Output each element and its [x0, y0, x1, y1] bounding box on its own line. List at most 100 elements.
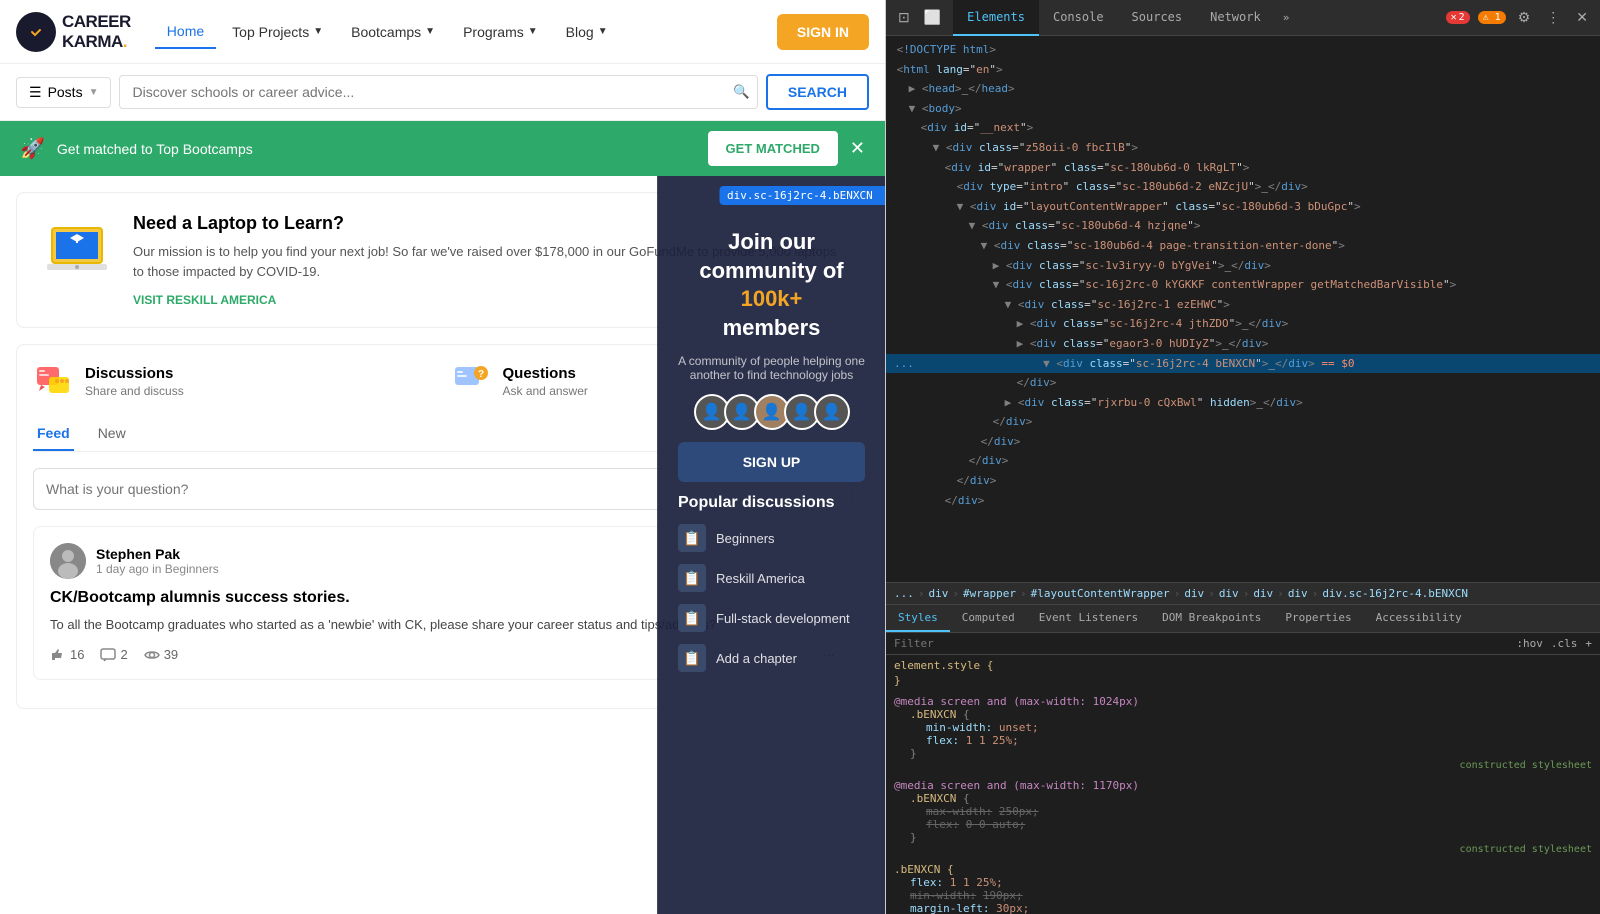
banner-close-button[interactable]: ✕ — [850, 138, 865, 159]
devtools-more-tabs[interactable]: » — [1275, 11, 1298, 24]
styles-panel: Styles Computed Event Listeners DOM Brea… — [886, 604, 1600, 914]
styles-tab-computed[interactable]: Computed — [950, 605, 1027, 632]
devtools-close-button[interactable]: ✕ — [1572, 7, 1592, 28]
breadcrumb-dots[interactable]: ... — [894, 587, 914, 600]
tab-sources[interactable]: Sources — [1118, 0, 1197, 36]
breadcrumb-div3[interactable]: div — [1219, 587, 1239, 600]
visit-link[interactable]: VISIT RESKILL AMERICA — [133, 293, 276, 307]
nav-home[interactable]: Home — [155, 15, 216, 49]
popular-item-2[interactable]: 📋 Reskill America — [678, 564, 865, 592]
dom-line-close2[interactable]: </div> — [886, 412, 1600, 432]
popular-icon-3: 📋 — [678, 604, 706, 632]
style-minwidth-name: min-width: — [910, 721, 992, 734]
signin-button[interactable]: SIGN IN — [777, 14, 869, 50]
dom-line-next[interactable]: <div id="__next"> — [886, 118, 1600, 138]
dom-line-hudioyz[interactable]: ▶ <div class="egaor3-0 hUDIyZ">_</div> — [886, 334, 1600, 354]
discussions-tab-item[interactable]: Discussions Share and discuss — [33, 361, 435, 401]
search-bar: ☰ Posts ▼ 🔍 SEARCH — [0, 64, 885, 121]
dom-tree: <!DOCTYPE html> <html lang="en"> ▶ <head… — [886, 36, 1600, 582]
styles-tab-event-listeners[interactable]: Event Listeners — [1027, 605, 1150, 632]
breadcrumb-div1[interactable]: div — [929, 587, 949, 600]
likes-stat[interactable]: 16 — [50, 647, 84, 663]
logo-text: CAREERKARMA. — [62, 12, 131, 52]
add-style-btn[interactable]: + — [1585, 637, 1592, 650]
dom-line-hzjqne[interactable]: ▼ <div class="sc-180ub6d-4 hzjqne"> — [886, 216, 1600, 236]
dom-line-html[interactable]: <html lang="en"> — [886, 60, 1600, 80]
dom-line-wrapper[interactable]: <div id="wrapper" class="sc-180ub6d-0 lk… — [886, 158, 1600, 178]
main-content: Need a Laptop to Learn? Our mission is t… — [0, 176, 885, 914]
dom-line-benxcn-selected[interactable]: ... ▼ <div class="sc-16j2rc-4 bENXCN">_<… — [886, 354, 1600, 374]
dom-line-cqxbwl[interactable]: ▶ <div class="rjxrbu-0 cQxBwl" hidden>_<… — [886, 393, 1600, 413]
devtools-settings-button[interactable]: ⚙ — [1514, 7, 1535, 28]
nav-bootcamps[interactable]: Bootcamps ▼ — [339, 16, 447, 48]
popular-icon-1: 📋 — [678, 524, 706, 552]
comments-stat[interactable]: 2 — [100, 647, 127, 663]
devtools-header-right: ✕ 2 ⚠ 1 ⚙ ⋮ ✕ — [1438, 7, 1600, 28]
styles-filter-input[interactable] — [894, 637, 1508, 650]
site-logo[interactable]: CAREERKARMA. — [16, 12, 131, 52]
devtools-icons: ⊡ ⬜ — [886, 7, 953, 28]
popular-item-4[interactable]: 📋 Add a chapter — [678, 644, 865, 672]
breadcrumb-div4[interactable]: div — [1253, 587, 1273, 600]
nav-programs[interactable]: Programs ▼ — [451, 16, 550, 48]
hov-label[interactable]: :hov — [1516, 637, 1543, 650]
dom-line-contentwrapper[interactable]: ▼ <div class="sc-16j2rc-0 kYGKKF content… — [886, 275, 1600, 295]
dom-line-close1[interactable]: </div> — [886, 373, 1600, 393]
popular-icon-2: 📋 — [678, 564, 706, 592]
style-prop-flex-1024: flex: 1 1 25%; — [894, 734, 1592, 747]
styles-tab-styles[interactable]: Styles — [886, 605, 950, 632]
dom-line-body[interactable]: ▼ <body> — [886, 99, 1600, 119]
styles-tabs: Styles Computed Event Listeners DOM Brea… — [886, 605, 1600, 633]
dom-line-ezehwc[interactable]: ▼ <div class="sc-16j2rc-1 ezEHWC"> — [886, 295, 1600, 315]
dom-line-close6[interactable]: </div> — [886, 491, 1600, 511]
devtools-options-button[interactable]: ⋮ — [1542, 7, 1564, 28]
post-meta: 1 day ago in Beginners — [96, 562, 219, 576]
dom-line-layout[interactable]: ▼ <div id="layoutContentWrapper" class="… — [886, 197, 1600, 217]
promo-banner: 🚀 Get matched to Top Bootcamps GET MATCH… — [0, 121, 885, 176]
dom-line-close3[interactable]: </div> — [886, 432, 1600, 452]
breadcrumb-wrapper[interactable]: #wrapper — [963, 587, 1016, 600]
popular-item-1[interactable]: 📋 Beginners — [678, 524, 865, 552]
tab-console[interactable]: Console — [1039, 0, 1118, 36]
dom-line-transition[interactable]: ▼ <div class="sc-180ub6d-4 page-transiti… — [886, 236, 1600, 256]
tab-feed[interactable]: Feed — [33, 417, 74, 451]
dom-line-close5[interactable]: </div> — [886, 471, 1600, 491]
nav-blog[interactable]: Blog ▼ — [554, 16, 620, 48]
questions-sub: Ask and answer — [503, 384, 588, 398]
search-input[interactable] — [119, 75, 757, 109]
signup-button[interactable]: SIGN UP — [678, 442, 865, 482]
breadcrumb-benxcn[interactable]: div.sc-16j2rc-4.bENXCN — [1322, 587, 1468, 600]
dom-line-z58[interactable]: ▼ <div class="z58oii-0 fbcIlB"> — [886, 138, 1600, 158]
styles-tab-properties[interactable]: Properties — [1273, 605, 1363, 632]
breadcrumb-layout[interactable]: #layoutContentWrapper — [1031, 587, 1170, 600]
style-source-1170: constructed stylesheet — [894, 844, 1592, 855]
popular-icon-4: 📋 — [678, 644, 706, 672]
views-stat[interactable]: 39 — [144, 647, 178, 663]
styles-tab-dom-breakpoints[interactable]: DOM Breakpoints — [1150, 605, 1273, 632]
breadcrumb-div2[interactable]: div — [1184, 587, 1204, 600]
questions-text: Questions Ask and answer — [503, 365, 588, 398]
tab-elements[interactable]: Elements — [953, 0, 1039, 36]
dom-line-bYgVei[interactable]: ▶ <div class="sc-1v3iryy-0 bYgVei">_</di… — [886, 256, 1600, 276]
posts-dropdown[interactable]: ☰ Posts ▼ — [16, 77, 111, 108]
popular-label-4: Add a chapter — [716, 651, 797, 666]
styles-tab-accessibility[interactable]: Accessibility — [1364, 605, 1474, 632]
dom-line-close4[interactable]: </div> — [886, 451, 1600, 471]
discussions-label: Discussions — [85, 365, 184, 382]
dom-line-head[interactable]: ▶ <head>_</head> — [886, 79, 1600, 99]
tab-new[interactable]: New — [94, 417, 130, 451]
promo-text: Get matched to Top Bootcamps — [57, 141, 696, 157]
nav-top-projects[interactable]: Top Projects ▼ — [220, 16, 335, 48]
dom-line-jthdoo[interactable]: ▶ <div class="sc-16j2rc-4 jthZDO">_</div… — [886, 314, 1600, 334]
tab-network[interactable]: Network — [1196, 0, 1275, 36]
devtools-device-button[interactable]: ⬜ — [920, 7, 945, 28]
devtools-cursor-button[interactable]: ⊡ — [894, 7, 914, 28]
search-button[interactable]: SEARCH — [766, 74, 869, 110]
dom-line-intro[interactable]: <div type="intro" class="sc-180ub6d-2 eN… — [886, 177, 1600, 197]
popular-item-3[interactable]: 📋 Full-stack development — [678, 604, 865, 632]
get-matched-button[interactable]: GET MATCHED — [708, 131, 838, 166]
dom-line-doctype[interactable]: <!DOCTYPE html> — [886, 40, 1600, 60]
cls-label[interactable]: .cls — [1551, 637, 1578, 650]
breadcrumb-div5[interactable]: div — [1288, 587, 1308, 600]
search-icon-button[interactable]: 🔍 — [733, 84, 750, 100]
